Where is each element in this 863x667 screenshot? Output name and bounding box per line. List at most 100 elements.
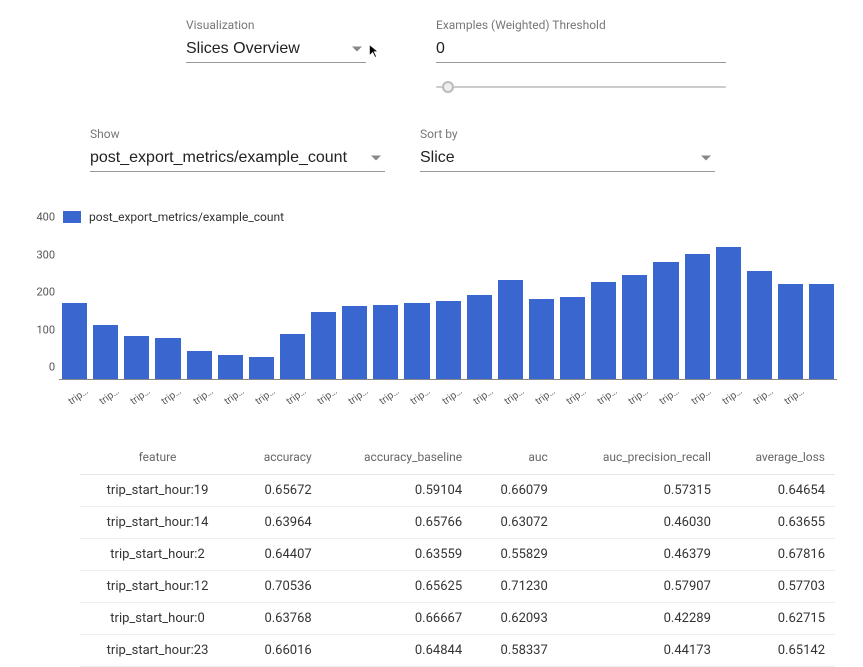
bar[interactable]: [778, 284, 803, 379]
table-cell: 0.65766: [322, 507, 472, 539]
sort-field: Sort by Slice: [420, 127, 715, 172]
chevron-down-icon: [701, 156, 711, 161]
bar[interactable]: [124, 336, 149, 379]
bar[interactable]: [311, 312, 336, 379]
table-row: trip_start_hour:120.705360.656250.712300…: [80, 571, 835, 603]
table-cell: 0.63768: [235, 603, 322, 635]
table-cell: 0.55829: [472, 539, 558, 571]
chart-legend: post_export_metrics/example_count: [63, 210, 837, 224]
y-tick: 0: [49, 361, 55, 374]
table-cell: trip_start_hour:19: [80, 475, 235, 507]
legend-swatch: [63, 211, 81, 223]
x-tick: trip_s…: [160, 384, 204, 431]
y-tick: 100: [36, 323, 55, 336]
bar[interactable]: [342, 306, 367, 379]
bar[interactable]: [809, 284, 834, 379]
table-cell: 0.66667: [322, 603, 472, 635]
bar[interactable]: [716, 247, 741, 379]
table-cell: trip_start_hour:14: [80, 507, 235, 539]
table-cell: 0.67816: [721, 539, 835, 571]
cursor-icon: [367, 43, 383, 59]
visualization-value: Slices Overview: [186, 40, 300, 57]
bar[interactable]: [467, 295, 492, 379]
bar[interactable]: [404, 303, 429, 379]
table-cell: 0.42289: [558, 603, 721, 635]
table-cell: trip_start_hour:2: [80, 539, 235, 571]
table-cell: 0.71230: [472, 571, 558, 603]
table-cell: 0.62715: [721, 603, 835, 635]
threshold-input[interactable]: [436, 36, 726, 63]
slider-track: [436, 86, 726, 88]
table-cell: 0.63964: [235, 507, 322, 539]
table-cell: 0.66079: [472, 475, 558, 507]
bar[interactable]: [436, 301, 461, 379]
table-cell: trip_start_hour:0: [80, 603, 235, 635]
table-row: trip_start_hour:140.639640.657660.630720…: [80, 507, 835, 539]
table-cell: 0.57907: [558, 571, 721, 603]
visualization-select[interactable]: Slices Overview: [186, 36, 366, 63]
visualization-field: Visualization Slices Overview: [186, 18, 366, 97]
table-header-cell[interactable]: auc: [472, 442, 558, 475]
table-cell: 0.46030: [558, 507, 721, 539]
chevron-down-icon: [371, 156, 381, 161]
chevron-down-icon: [352, 47, 362, 52]
bar-chart: post_export_metrics/example_count 010020…: [25, 210, 837, 420]
table-cell: 0.65142: [721, 635, 835, 667]
bar[interactable]: [622, 275, 647, 379]
table-cell: 0.63072: [472, 507, 558, 539]
bars-container: [59, 230, 837, 379]
table-cell: trip_start_hour:23: [80, 635, 235, 667]
table-header-cell[interactable]: average_loss: [721, 442, 835, 475]
table-header-cell[interactable]: accuracy_baseline: [322, 442, 472, 475]
table-row: trip_start_hour:190.656720.591040.660790…: [80, 475, 835, 507]
bar[interactable]: [218, 355, 243, 379]
y-axis: 0100200300400: [25, 230, 59, 380]
table-cell: 0.66016: [235, 635, 322, 667]
table-cell: 0.62093: [472, 603, 558, 635]
table-cell: 0.63559: [322, 539, 472, 571]
bar[interactable]: [591, 282, 616, 379]
threshold-field: Examples (Weighted) Threshold: [436, 18, 726, 97]
table-header-cell[interactable]: accuracy: [235, 442, 322, 475]
table-cell: 0.70536: [235, 571, 322, 603]
table-header-cell[interactable]: auc_precision_recall: [558, 442, 721, 475]
x-tick: trip_s…: [409, 384, 453, 431]
table-cell: trip_start_hour:12: [80, 571, 235, 603]
slider-thumb[interactable]: [442, 81, 454, 93]
metrics-table-wrap: featureaccuracyaccuracy_baselineaucauc_p…: [80, 442, 835, 667]
bar[interactable]: [685, 254, 710, 379]
x-tick: trip_s…: [658, 384, 702, 431]
table-header-cell[interactable]: feature: [80, 442, 235, 475]
sort-select[interactable]: Slice: [420, 145, 715, 172]
bar[interactable]: [747, 271, 772, 379]
x-tick: [814, 384, 858, 431]
bar[interactable]: [560, 297, 585, 379]
visualization-label: Visualization: [186, 18, 366, 32]
bar[interactable]: [62, 303, 87, 379]
table-header-row: featureaccuracyaccuracy_baselineaucauc_p…: [80, 442, 835, 475]
legend-label: post_export_metrics/example_count: [89, 210, 284, 224]
bar[interactable]: [373, 305, 398, 380]
show-field: Show post_export_metrics/example_count: [90, 127, 385, 172]
show-label: Show: [90, 127, 385, 141]
threshold-label: Examples (Weighted) Threshold: [436, 18, 726, 32]
table-cell: 0.57315: [558, 475, 721, 507]
sort-value: Slice: [420, 149, 455, 166]
bar[interactable]: [280, 334, 305, 379]
bar[interactable]: [93, 325, 118, 379]
table-cell: 0.65672: [235, 475, 322, 507]
bar[interactable]: [653, 262, 678, 379]
table-cell: 0.65625: [322, 571, 472, 603]
table-row: trip_start_hour:20.644070.635590.558290.…: [80, 539, 835, 571]
table-cell: 0.57703: [721, 571, 835, 603]
bar[interactable]: [155, 338, 180, 379]
bar[interactable]: [498, 280, 523, 379]
sort-label: Sort by: [420, 127, 715, 141]
threshold-slider[interactable]: [436, 77, 726, 97]
table-row: trip_start_hour:00.637680.666670.620930.…: [80, 603, 835, 635]
show-select[interactable]: post_export_metrics/example_count: [90, 145, 385, 172]
bar[interactable]: [249, 357, 274, 379]
bar[interactable]: [529, 299, 554, 379]
table-cell: 0.63655: [721, 507, 835, 539]
bar[interactable]: [187, 351, 212, 379]
